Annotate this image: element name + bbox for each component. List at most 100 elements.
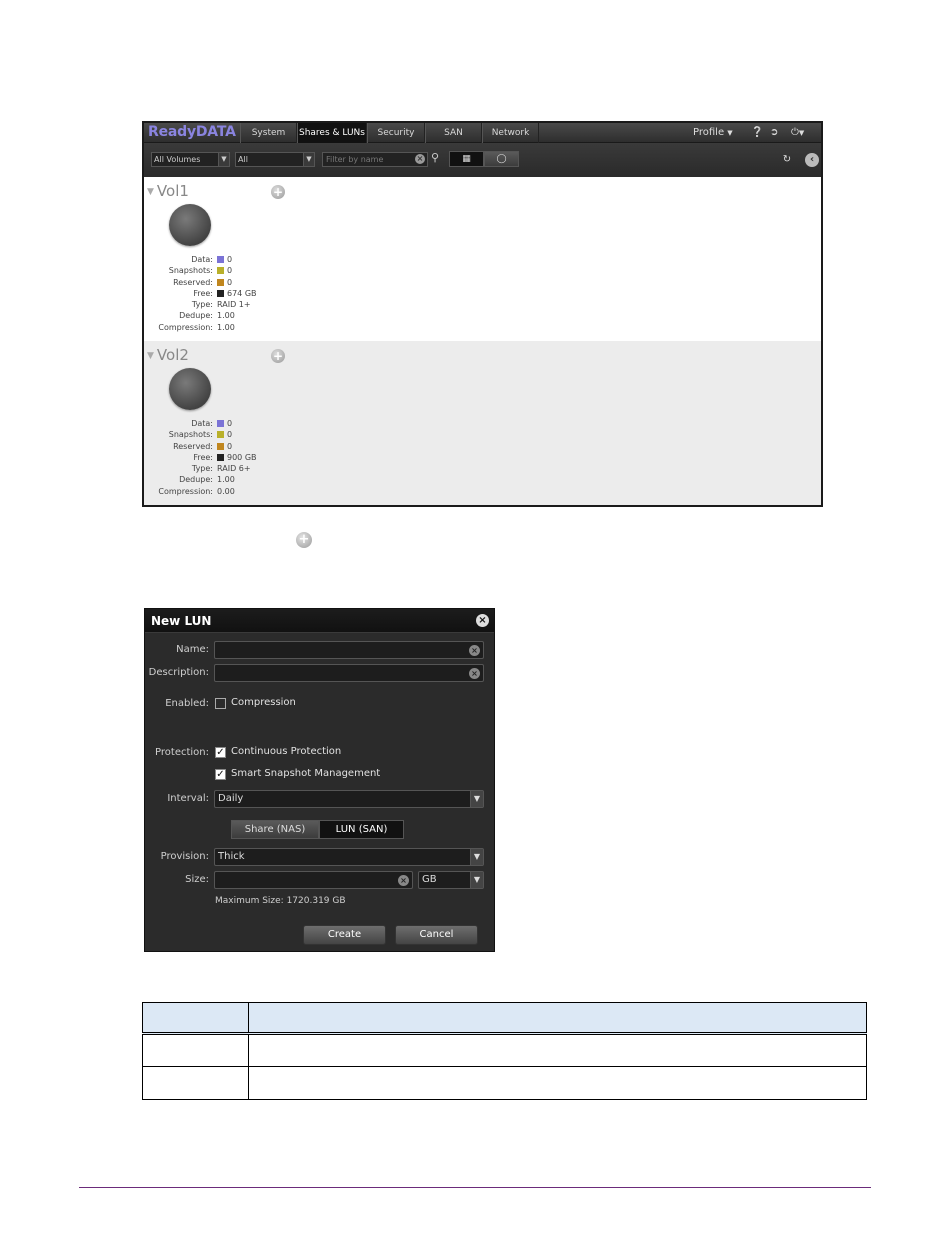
- data-swatch: [217, 420, 224, 427]
- type-filter-select[interactable]: All ▼: [235, 152, 315, 167]
- add-icon: +: [296, 532, 312, 548]
- interval-select[interactable]: Daily ▼: [214, 790, 484, 808]
- reserved-swatch: [217, 278, 224, 286]
- chart-icon: ◯: [496, 154, 507, 164]
- expand-triangle-icon[interactable]: ▼: [147, 187, 154, 197]
- volume-filter-select[interactable]: All Volumes ▼: [151, 152, 230, 167]
- name-input[interactable]: ×: [214, 641, 484, 659]
- new-lun-dialog: New LUN × Name: × Description: × Enabled…: [144, 608, 495, 952]
- dialog-header: New LUN ×: [145, 609, 494, 633]
- stat-value: 0: [217, 265, 232, 276]
- grid-view-button[interactable]: ▦: [449, 151, 484, 167]
- description-label: Description:: [148, 667, 209, 678]
- stat-label: Dedupe:: [179, 475, 213, 485]
- clear-icon[interactable]: ×: [469, 668, 480, 679]
- table-cell: [142, 1033, 249, 1067]
- add-icon[interactable]: +: [271, 349, 285, 363]
- stat-label: Data:: [191, 255, 213, 264]
- lun-san-toggle[interactable]: LUN (SAN): [319, 820, 404, 839]
- tab-security[interactable]: Security: [367, 123, 425, 143]
- data-value: 0: [227, 419, 233, 428]
- volume-name: Vol2: [156, 346, 189, 364]
- stat-label: Free:: [193, 452, 213, 462]
- volume-disk-icon: [169, 368, 211, 410]
- chart-view-button[interactable]: ◯: [484, 151, 519, 167]
- provision-select[interactable]: Thick ▼: [214, 848, 484, 866]
- interval-label: Interval:: [167, 793, 209, 804]
- volume-title[interactable]: ▼ Vol2: [147, 346, 189, 364]
- table-cell: [142, 1066, 249, 1100]
- chevron-down-icon: ▼: [470, 791, 483, 807]
- chevron-down-icon: ▼: [470, 872, 483, 888]
- smart-snapshot-label: Smart Snapshot Management: [231, 768, 381, 779]
- clear-icon[interactable]: ×: [469, 645, 480, 656]
- data-swatch: [217, 256, 224, 263]
- smart-snapshot-checkbox[interactable]: ✓: [215, 769, 226, 780]
- stat-value: 0: [217, 277, 232, 288]
- tab-system[interactable]: System: [240, 123, 297, 143]
- volume-title[interactable]: ▼ Vol1: [147, 182, 189, 200]
- share-nas-toggle[interactable]: Share (NAS): [231, 820, 319, 839]
- compression-value: 0.00: [217, 486, 235, 496]
- add-icon[interactable]: +: [271, 185, 285, 199]
- create-button[interactable]: Create: [303, 925, 386, 945]
- profile-menu[interactable]: Profile ▼: [693, 123, 733, 143]
- volume-name: Vol1: [156, 182, 189, 200]
- power-icon: ⏻: [791, 127, 799, 138]
- clear-icon[interactable]: ×: [415, 154, 425, 164]
- stat-label: Reserved:: [173, 441, 213, 451]
- stat-label: Data:: [191, 419, 213, 428]
- power-menu[interactable]: ⏻▼: [791, 123, 804, 143]
- table-header-row: [142, 1002, 867, 1035]
- expand-triangle-icon[interactable]: ▼: [147, 351, 154, 361]
- top-nav-bar: ReadyDATA System Shares & LUNs Security …: [144, 123, 821, 143]
- search-icon[interactable]: ⚲: [431, 151, 439, 164]
- dedupe-value: 1.00: [217, 311, 235, 321]
- name-filter-input[interactable]: Filter by name ×: [322, 152, 428, 167]
- volume-panel-vol1: ▼ Vol1 + Data: 0 Snapshots: 0 Reserved: 0 Fr…: [144, 177, 821, 341]
- type-value: RAID 6+: [217, 464, 251, 474]
- tab-shares-luns[interactable]: Shares & LUNs: [297, 123, 367, 143]
- snapshots-swatch: [217, 267, 224, 275]
- type-value: RAID 1+: [217, 300, 251, 310]
- type-filter-value: All: [238, 155, 248, 164]
- help-icon[interactable]: ❔: [751, 123, 763, 143]
- enabled-label: Enabled:: [165, 698, 209, 709]
- tab-network[interactable]: Network: [482, 123, 539, 143]
- stat-value: 0: [217, 418, 232, 429]
- refresh-icon[interactable]: ↻: [780, 153, 794, 167]
- close-icon[interactable]: ×: [476, 614, 489, 627]
- compression-checkbox[interactable]: [215, 698, 226, 709]
- cancel-button[interactable]: Cancel: [395, 925, 478, 945]
- volume-stats: Data: 0 Snapshots: 0 Reserved: 0 Free: 900 G…: [144, 418, 344, 497]
- collapse-icon[interactable]: ‹: [805, 153, 819, 167]
- stat-value: 900 GB: [217, 452, 257, 463]
- free-value: 674 GB: [227, 288, 257, 298]
- continuous-protection-checkbox[interactable]: ✓: [215, 747, 226, 758]
- settings-table: [142, 1002, 867, 1100]
- stat-value: 0: [217, 441, 232, 452]
- logout-icon[interactable]: ➲: [770, 123, 778, 143]
- clear-icon[interactable]: ×: [398, 875, 409, 886]
- free-swatch: [217, 453, 224, 461]
- snapshots-value: 0: [227, 430, 233, 440]
- stat-label: Type:: [191, 464, 213, 474]
- filter-toolbar: All Volumes ▼ All ▼ Filter by name × ⚲ ▦…: [144, 143, 821, 177]
- protection-label: Protection:: [155, 747, 209, 758]
- table-header-cell: [142, 1002, 249, 1035]
- table-header-cell: [248, 1002, 867, 1035]
- table-row: [142, 1033, 867, 1067]
- stat-label: Snapshots:: [168, 430, 213, 440]
- footer-divider: [79, 1187, 871, 1188]
- description-input[interactable]: ×: [214, 664, 484, 682]
- size-input[interactable]: ×: [214, 871, 413, 889]
- chevron-down-icon: ▼: [303, 153, 314, 166]
- profile-label: Profile: [693, 127, 725, 138]
- stat-label: Compression:: [158, 322, 213, 332]
- free-value: 900 GB: [227, 452, 257, 462]
- tab-san[interactable]: SAN: [425, 123, 482, 143]
- chevron-down-icon: ▼: [470, 849, 483, 865]
- stat-label: Free:: [193, 288, 213, 298]
- size-label: Size:: [185, 874, 209, 885]
- size-unit-select[interactable]: GB ▼: [418, 871, 484, 889]
